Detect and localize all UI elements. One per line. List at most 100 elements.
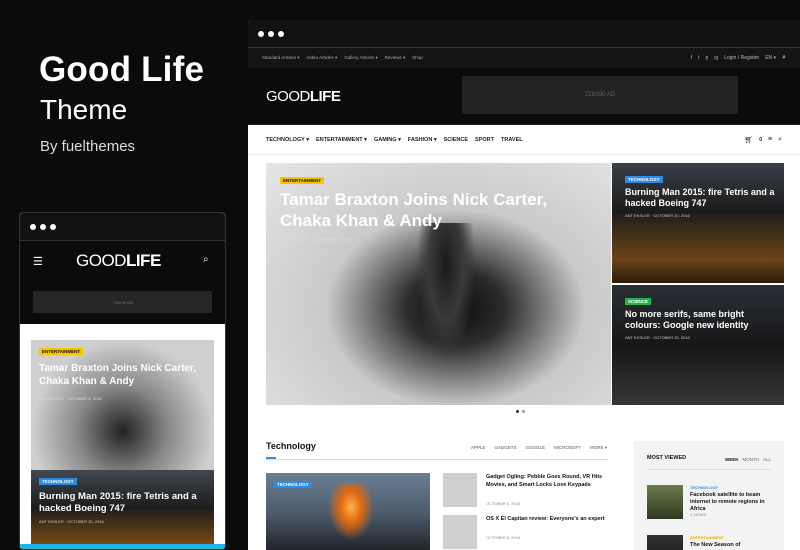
pager-dot[interactable] xyxy=(522,410,525,413)
side-card-title[interactable]: No more serifs, same bright colours: Goo… xyxy=(625,309,775,331)
card-title[interactable]: Burning Man 2015: fire Tetris and a hack… xyxy=(39,491,209,515)
search-icon[interactable]: ⌕ xyxy=(203,254,209,265)
facebook-icon[interactable]: f xyxy=(691,55,692,61)
article-category[interactable]: TECHNOLOGY xyxy=(690,485,718,490)
twitter-icon[interactable]: t xyxy=(698,55,699,61)
filter-week[interactable]: WEEK xyxy=(725,457,739,462)
article-date: OCTOBER 6, 2016 xyxy=(486,501,521,506)
tab-more[interactable]: MORE ▾ xyxy=(590,445,607,451)
menu-item-sport[interactable]: SPORT xyxy=(475,137,494,143)
hero-title[interactable]: Tamar Braxton Joins Nick Carter, Chaka K… xyxy=(280,189,580,231)
article-thumbnail[interactable] xyxy=(647,485,683,519)
mobile-article-card[interactable]: TECHNOLOGY Burning Man 2015: fire Tetris… xyxy=(31,470,214,545)
hero-main-card[interactable]: ENTERTAINMENT Tamar Braxton Joins Nick C… xyxy=(266,163,611,405)
category-badge[interactable]: ENTERTAINMENT xyxy=(280,177,325,184)
most-viewed-widget: MOST VIEWED WEEK MONTH ALL TECHNOLOGY Fa… xyxy=(634,441,784,550)
masthead: GOODLIFE 728X90 AD xyxy=(248,68,800,125)
promo-author: By fuelthemes xyxy=(40,138,136,155)
hero-side-card-1[interactable]: TECHNOLOGY Burning Man 2015: fire Tetris… xyxy=(612,163,784,283)
side-card-title[interactable]: Burning Man 2015: fire Tetris and a hack… xyxy=(625,187,775,209)
article-date: OCTOBER 6, 2016 xyxy=(486,535,521,540)
article-thumbnail[interactable] xyxy=(443,515,477,549)
list-item[interactable]: OS X El Capitan review: Everyone's an ex… xyxy=(443,515,608,550)
promo-title: Good Life xyxy=(39,50,205,89)
window-dot[interactable] xyxy=(268,30,274,37)
topbar-link-gallery[interactable]: Gallery Articles ▾ xyxy=(344,55,378,61)
mobile-header: ☰ GOODLIFE ⌕ 728X90 AD xyxy=(20,241,225,324)
window-chrome xyxy=(248,20,800,48)
window-dot[interactable] xyxy=(30,223,36,230)
window-dot[interactable] xyxy=(278,30,284,37)
menu-item-science[interactable]: SCIENCE xyxy=(444,137,468,143)
menu-item-travel[interactable]: TRAVEL xyxy=(501,137,523,143)
category-badge[interactable]: SCIENCE xyxy=(625,298,652,305)
featured-article-image[interactable]: TECHNOLOGY xyxy=(266,473,430,550)
site-logo[interactable]: GOODLIFE xyxy=(266,88,341,105)
menu-item-gaming[interactable]: GAMING ▾ xyxy=(374,137,401,143)
filter-month[interactable]: MONTH xyxy=(742,457,759,462)
topbar-link-standard[interactable]: Standard Articles ▾ xyxy=(262,55,300,61)
tab-gadgets[interactable]: GADGETS xyxy=(495,445,517,451)
category-badge[interactable]: TECHNOLOGY xyxy=(39,478,77,485)
article-thumbnail[interactable] xyxy=(647,535,683,550)
window-dot[interactable] xyxy=(50,223,56,230)
article-title[interactable]: Facebook satellite to beam internet to r… xyxy=(690,492,772,513)
top-bar: Standard Articles ▾ Video Articles ▾ Gal… xyxy=(248,48,800,68)
menu-item-entertainment[interactable]: ENTERTAINMENT ▾ xyxy=(316,137,367,143)
window-dot[interactable] xyxy=(258,30,264,37)
logo-light: GOOD xyxy=(266,88,310,105)
hamburger-icon[interactable]: ☰ xyxy=(33,255,43,268)
bottom-accent-bar xyxy=(20,544,225,549)
cart-count: 0 xyxy=(759,136,762,143)
mobile-hero-card[interactable]: ENTERTAINMENT Tamar Braxton Joins Nick C… xyxy=(31,340,214,470)
promo-subtitle: Theme xyxy=(40,94,128,125)
article-thumbnail[interactable] xyxy=(443,473,477,507)
pinterest-icon[interactable]: p xyxy=(706,55,709,61)
tab-google[interactable]: GOOGLE xyxy=(526,445,546,451)
login-link[interactable]: Login / Register xyxy=(724,55,759,61)
topbar-link-reviews[interactable]: Reviews ▾ xyxy=(385,55,406,61)
hero-meta: ANT EKSLER · OCTOBER 6, 2016 xyxy=(280,237,351,242)
article-title[interactable]: Gadget Ogling: Pebble Goes Round, VR Hit… xyxy=(486,473,608,489)
card-meta: ANT EKSLER · OCTOBER 20, 2016 xyxy=(39,519,104,524)
tab-apple[interactable]: APPLE xyxy=(471,445,486,451)
article-category[interactable]: ENTERTAINMENT xyxy=(690,535,724,540)
side-card-meta: ANT EKSLER · OCTOBER 20, 2016 xyxy=(625,335,690,340)
category-badge[interactable]: TECHNOLOGY xyxy=(625,176,663,183)
main-menu: TECHNOLOGY ▾ ENTERTAINMENT ▾ GAMING ▾ FA… xyxy=(248,125,800,155)
tab-microsoft[interactable]: MICROSOFT xyxy=(554,445,581,451)
widget-divider xyxy=(647,469,771,470)
search-icon[interactable]: ⌕ xyxy=(782,54,786,62)
ad-banner[interactable]: 728X90 AD xyxy=(33,291,212,313)
fire-image xyxy=(326,483,376,543)
mobile-window: ☰ GOODLIFE ⌕ 728X90 AD ENTERTAINMENT Tam… xyxy=(19,212,226,550)
hero-side-card-2[interactable]: SCIENCE No more serifs, same bright colo… xyxy=(612,285,784,405)
category-badge[interactable]: TECHNOLOGY xyxy=(274,481,312,488)
language-select[interactable]: EN ▾ xyxy=(765,55,776,61)
topbar-link-shop[interactable]: Shop xyxy=(412,55,423,61)
desktop-window: Standard Articles ▾ Video Articles ▾ Gal… xyxy=(248,20,800,550)
pager-dot[interactable] xyxy=(516,410,519,413)
menu-icon[interactable]: ≡ xyxy=(768,136,772,143)
category-badge[interactable]: ENTERTAINMENT xyxy=(39,348,84,355)
menu-item-fashion[interactable]: FASHION ▾ xyxy=(408,137,437,143)
list-item[interactable]: Gadget Ogling: Pebble Goes Round, VR Hit… xyxy=(443,473,608,509)
instagram-icon[interactable]: ig xyxy=(714,55,718,61)
article-views: 1 VIEWS xyxy=(690,512,707,517)
window-dot[interactable] xyxy=(40,223,46,230)
slider-pager xyxy=(516,410,525,413)
article-title[interactable]: OS X El Capitan review: Everyone's an ex… xyxy=(486,515,608,523)
article-title[interactable]: The New Season of xyxy=(690,542,772,549)
window-chrome xyxy=(20,213,225,241)
cart-icon[interactable]: 🛒︎ xyxy=(744,136,753,144)
technology-section: Technology APPLE GADGETS GOOGLE MICROSOF… xyxy=(266,441,608,550)
menu-item-technology[interactable]: TECHNOLOGY ▾ xyxy=(266,137,309,143)
topbar-link-video[interactable]: Video Articles ▾ xyxy=(307,55,338,61)
site-logo[interactable]: GOODLIFE xyxy=(76,251,161,271)
section-divider xyxy=(266,459,608,460)
search-icon[interactable]: ⌕ xyxy=(778,136,782,144)
filter-all[interactable]: ALL xyxy=(763,457,771,462)
side-card-meta: ANT EKSLER · OCTOBER 20, 2016 xyxy=(625,213,690,218)
ad-banner[interactable]: 728X90 AD xyxy=(462,76,738,114)
card-title[interactable]: Tamar Braxton Joins Nick Carter, Chaka K… xyxy=(39,362,209,388)
